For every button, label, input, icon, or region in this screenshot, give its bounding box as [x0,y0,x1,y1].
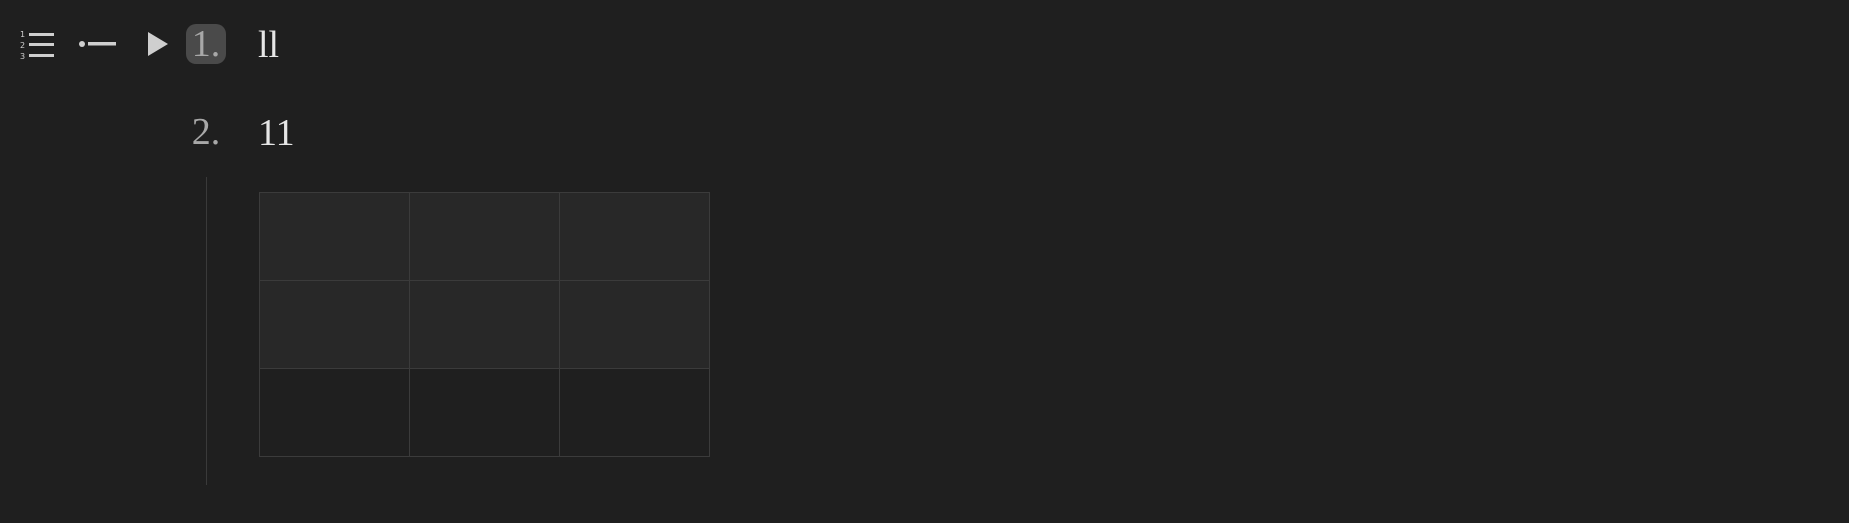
table-cell[interactable] [559,368,710,457]
list-marker[interactable]: 2. [186,112,226,152]
table [259,192,710,457]
list-item-text[interactable]: ll [258,26,279,64]
table-cell[interactable] [259,280,410,369]
table-cell[interactable] [259,192,410,281]
table-cell[interactable] [559,280,710,369]
list-item[interactable]: 1. ll [0,24,1849,74]
list-item-text[interactable]: 11 [258,114,295,152]
list-marker-active[interactable]: 1. [186,24,226,64]
table-row [259,192,710,281]
table-row [259,280,710,369]
table-cell[interactable] [559,192,710,281]
indent-guide [206,177,207,485]
table-row [259,368,710,457]
table-cell[interactable] [259,368,410,457]
table-cell[interactable] [409,280,560,369]
table-cell[interactable] [409,368,560,457]
list-item[interactable]: 2. 11 [0,112,1849,162]
table-cell[interactable] [409,192,560,281]
